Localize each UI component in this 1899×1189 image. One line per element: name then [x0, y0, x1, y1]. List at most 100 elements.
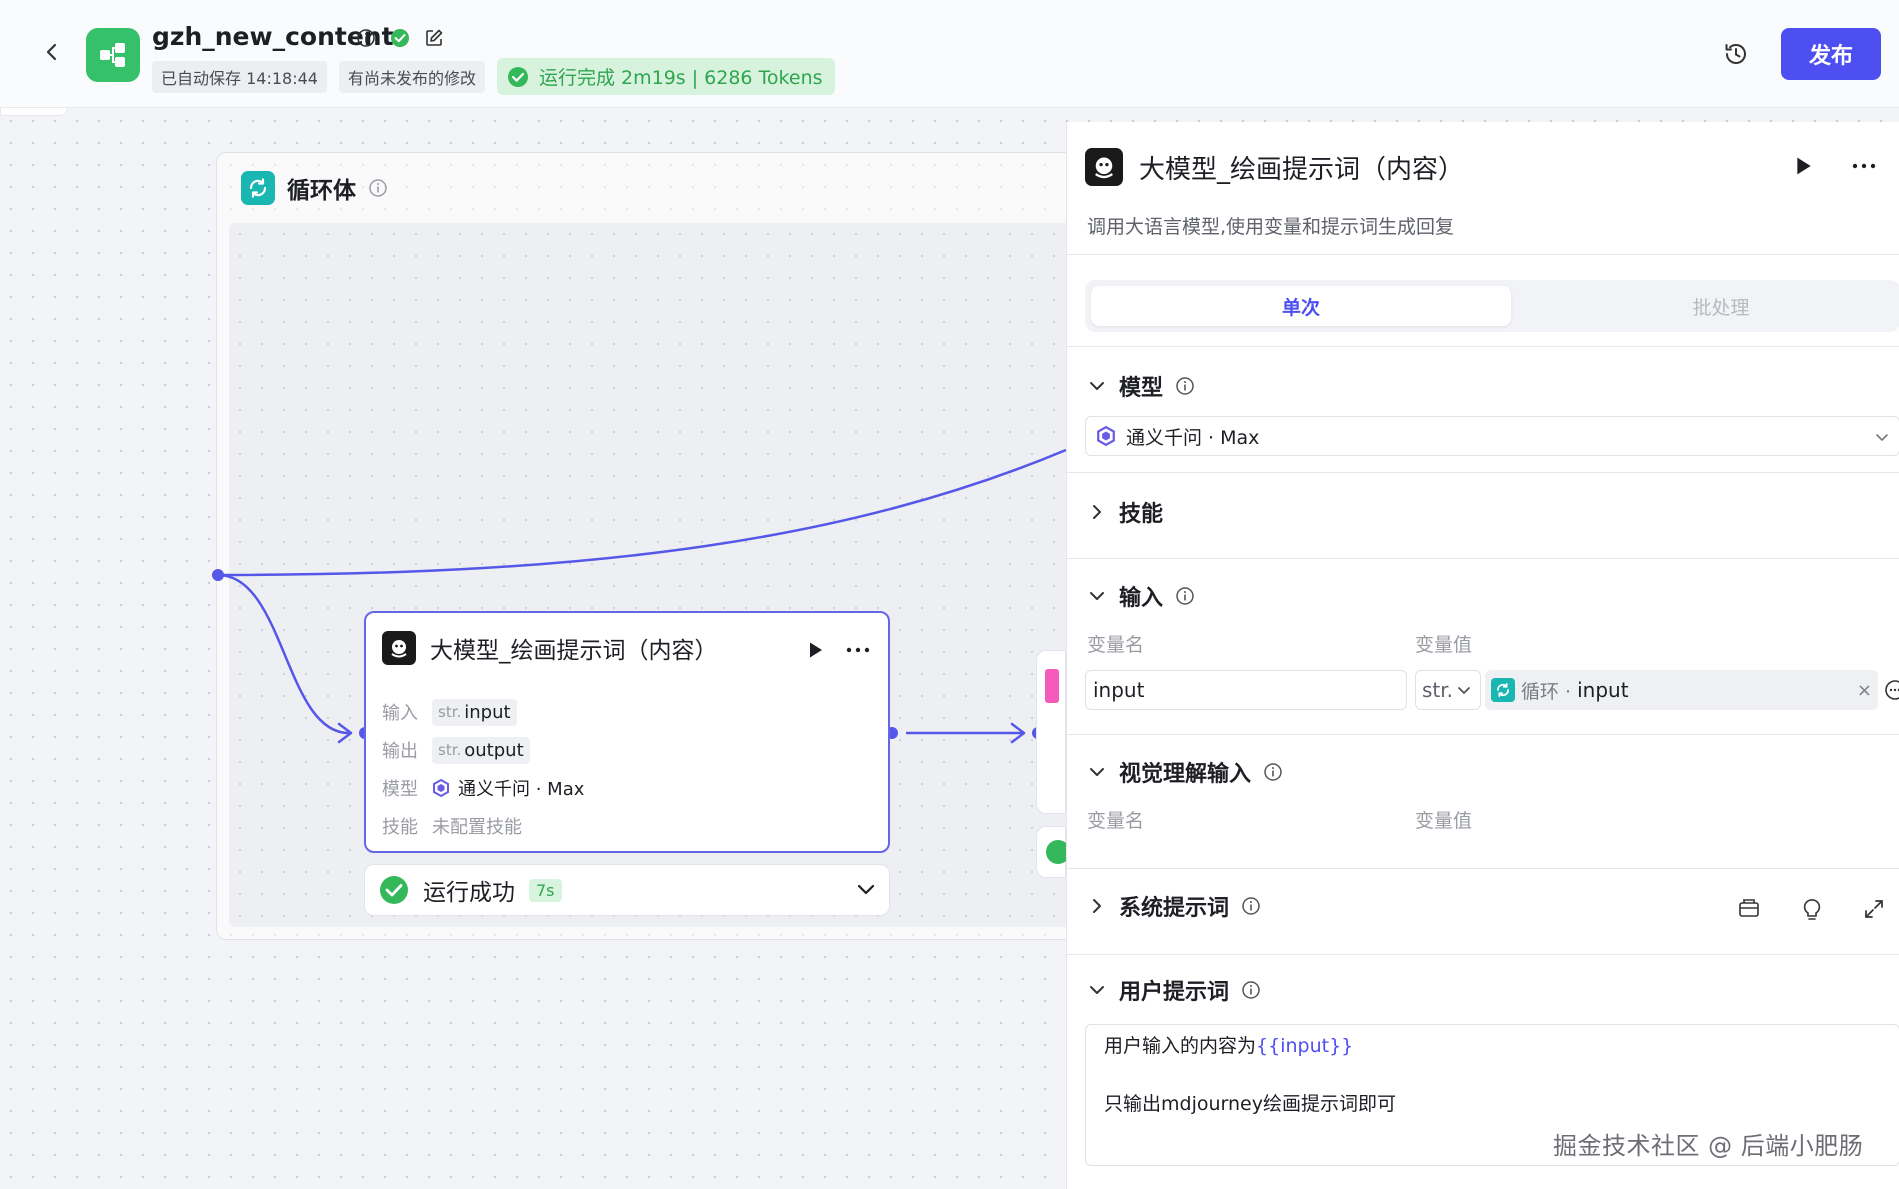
run-time-badge: 7s	[529, 878, 562, 902]
tab-batch[interactable]: 批处理	[1511, 286, 1899, 326]
section-title: 视觉理解输入	[1119, 762, 1252, 787]
node-input-row: 输入 str. input	[382, 693, 584, 731]
divider	[1067, 254, 1899, 255]
run-status-text: 运行完成 2m19s | 6286 Tokens	[538, 67, 823, 89]
user-prompt-section-header[interactable]: 用户提示词	[1087, 974, 1261, 1006]
info-icon[interactable]	[368, 178, 388, 198]
chevron-down-icon[interactable]	[857, 881, 875, 900]
history-icon[interactable]	[1722, 40, 1750, 68]
next-node-status[interactable]	[1036, 826, 1070, 878]
column-label-value: 变量值	[1415, 634, 1473, 656]
edit-icon[interactable]	[424, 28, 444, 48]
model-section-header[interactable]: 模型	[1087, 370, 1195, 402]
loop-output-port[interactable]	[212, 569, 224, 581]
var-type: str.	[438, 703, 462, 721]
section-title: 输入	[1119, 586, 1164, 611]
llm-node-card[interactable]: 大模型_绘画提示词（内容） 输入 str. input 输出 str. outp…	[364, 611, 890, 853]
loop-icon	[241, 171, 275, 205]
node-title: 大模型_绘画提示词（内容）	[430, 638, 718, 664]
divider	[1067, 346, 1899, 347]
more-circle-icon[interactable]	[1884, 679, 1899, 701]
next-node-card[interactable]	[1036, 650, 1066, 814]
chevron-down-icon	[1087, 980, 1107, 1000]
clear-icon[interactable]: ×	[1857, 680, 1872, 701]
input-var-chip: str. input	[432, 698, 517, 726]
llm-logo-icon	[1085, 148, 1123, 186]
panel-title: 大模型_绘画提示词（内容）	[1139, 154, 1465, 185]
section-title: 模型	[1119, 376, 1164, 401]
var-name: output	[464, 739, 524, 761]
node-run-status-bar[interactable]: 运行成功 7s	[364, 864, 890, 916]
prompt-text: 用户输入的内容为	[1104, 1035, 1257, 1057]
run-status-label: 运行成功	[423, 880, 515, 906]
system-prompt-section-header[interactable]: 系统提示词	[1087, 890, 1261, 922]
divider	[1067, 558, 1899, 559]
var-reference-field[interactable]: 循环 · input ×	[1485, 670, 1878, 710]
watermark: 掘金技术社区 @ 后端小肥肠	[1553, 1132, 1864, 1160]
row-label: 模型	[382, 779, 418, 800]
row-label: 输出	[382, 741, 418, 762]
chevron-down-icon	[1087, 586, 1107, 606]
expand-icon[interactable]	[1863, 898, 1885, 920]
column-label-name: 变量名	[1087, 634, 1145, 656]
info-icon[interactable]	[1175, 586, 1195, 606]
prompt-optimize-icon[interactable]	[1801, 898, 1823, 922]
input-section-header[interactable]: 输入	[1087, 580, 1195, 612]
published-check-icon	[390, 28, 410, 48]
more-icon[interactable]	[1851, 163, 1877, 169]
prompt-line-1: 用户输入的内容为{{input}}	[1104, 1035, 1881, 1059]
canvas-toolbar-edge	[0, 108, 68, 116]
divider	[1067, 954, 1899, 955]
back-arrow-icon[interactable]	[40, 40, 64, 64]
chevron-down-icon	[1087, 376, 1107, 396]
skill-value: 未配置技能	[432, 817, 522, 838]
unpublished-tag: 有尚未发布的修改	[338, 60, 485, 93]
output-var-chip: str. output	[432, 736, 530, 764]
run-play-icon[interactable]	[1795, 156, 1813, 176]
top-bar: gzh_new_content 已自动保存 14:18:44 有尚未发布的修改 …	[0, 0, 1899, 108]
divider	[1067, 734, 1899, 735]
panel-description: 调用大语言模型,使用变量和提示词生成回复	[1087, 216, 1455, 238]
ref-source: 循环 ·	[1521, 680, 1572, 703]
run-status-tag[interactable]: 运行完成 2m19s | 6286 Tokens	[496, 58, 835, 95]
row-label: 技能	[382, 817, 418, 838]
info-icon[interactable]	[1263, 762, 1283, 782]
info-icon[interactable]	[1241, 980, 1261, 1000]
row-label: 输入	[382, 703, 418, 724]
chevron-right-icon	[1087, 502, 1107, 522]
publish-button[interactable]: 发布	[1781, 28, 1881, 80]
app-logo-icon	[86, 28, 140, 82]
prompt-library-icon[interactable]	[1737, 898, 1761, 920]
autosave-tag: 已自动保存 14:18:44	[152, 60, 327, 93]
section-title: 技能	[1119, 502, 1164, 527]
skills-section-header[interactable]: 技能	[1087, 496, 1163, 528]
vision-section-header[interactable]: 视觉理解输入	[1087, 756, 1283, 788]
node-output-row: 输出 str. output	[382, 731, 584, 769]
prompt-line-2: 只输出mdjourney绘画提示词即可	[1104, 1092, 1396, 1115]
model-name: 通义千问 · Max	[458, 779, 585, 800]
ref-var: input	[1577, 678, 1629, 702]
run-play-icon[interactable]	[808, 641, 824, 659]
section-title: 系统提示词	[1119, 896, 1230, 921]
section-title: 用户提示词	[1119, 980, 1230, 1005]
node-logo-icon	[1045, 669, 1059, 703]
info-icon[interactable]	[1241, 896, 1261, 916]
var-type-select[interactable]: str.	[1415, 670, 1481, 710]
divider	[1067, 868, 1899, 869]
mode-tabs: 单次 批处理	[1085, 280, 1899, 332]
qwen-logo-icon	[432, 779, 450, 797]
prompt-var-ref: {{input}}	[1256, 1035, 1354, 1057]
tab-single[interactable]: 单次	[1091, 286, 1511, 326]
model-select[interactable]: 通义千问 · Max	[1085, 416, 1899, 456]
more-icon[interactable]	[846, 647, 870, 653]
info-icon[interactable]	[356, 28, 376, 48]
info-icon[interactable]	[1175, 376, 1195, 396]
llm-logo-icon	[382, 631, 416, 665]
chevron-down-icon	[1457, 686, 1471, 695]
column-label-value: 变量值	[1415, 810, 1473, 832]
node-model-row: 模型 通义千问 · Max	[382, 769, 584, 807]
divider	[1067, 472, 1899, 473]
chevron-right-icon	[1087, 896, 1107, 916]
node-skill-row: 技能 未配置技能	[382, 807, 584, 845]
var-name-input[interactable]	[1085, 670, 1407, 710]
